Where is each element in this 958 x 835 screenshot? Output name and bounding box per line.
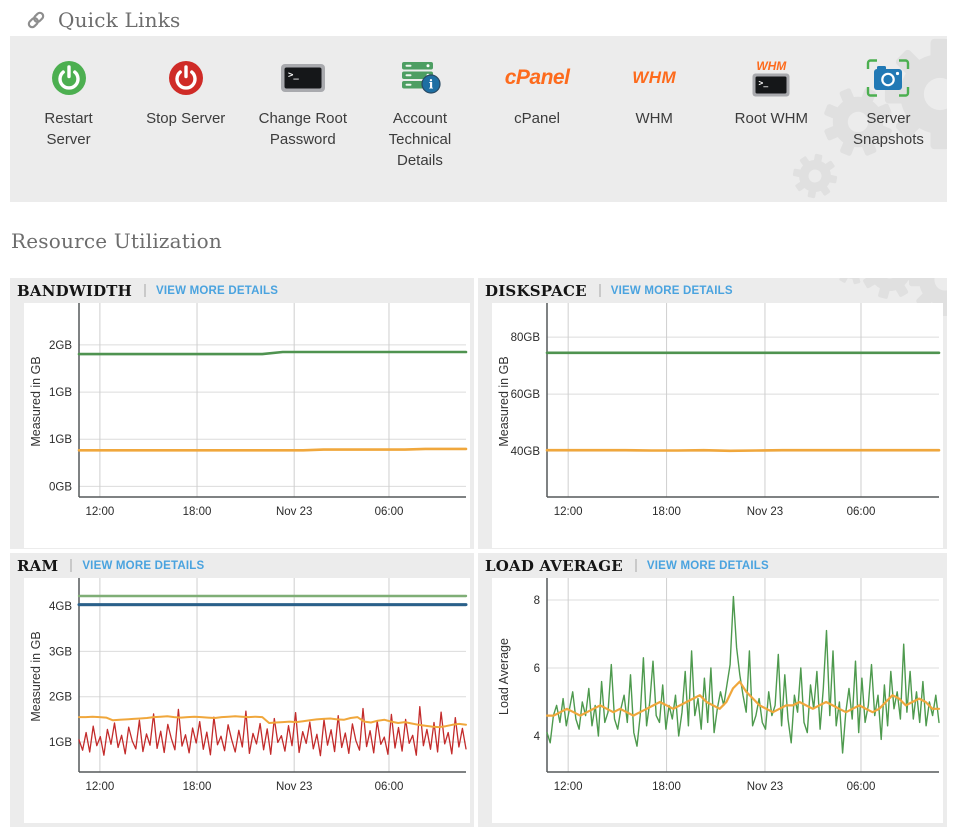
quick-link-restart-server[interactable]: Restart Server — [10, 55, 127, 171]
whm-logo: WHM — [596, 55, 713, 101]
cpanel-logo: cPanel — [479, 55, 596, 101]
svg-text:4GB: 4GB — [49, 601, 72, 613]
diskspace-panel: DISKSPACE VIEW MORE DETAILS 80GB 60GB 40GB… — [478, 278, 947, 549]
chart-header: RAM VIEW MORE DETAILS — [10, 553, 474, 578]
svg-text:1GB: 1GB — [49, 434, 72, 446]
chart-title: RAM — [17, 557, 58, 575]
quick-link-label: Server Snapshots — [840, 108, 936, 150]
svg-text:Load Average: Load Average — [497, 638, 511, 715]
svg-text:>_: >_ — [288, 71, 299, 81]
quick-link-label: Change Root Password — [255, 108, 351, 150]
chart-box: 4GB 3GB 2GB 1GB 12:00 18:00 Nov 23 06:00 Measure… — [24, 578, 470, 823]
quick-link-label: Root WHM — [723, 108, 819, 129]
header-divider — [635, 559, 637, 572]
svg-text:06:00: 06:00 — [847, 781, 876, 793]
svg-text:Measured in GB: Measured in GB — [29, 356, 43, 446]
svg-text:0GB: 0GB — [49, 481, 72, 493]
svg-text:Nov 23: Nov 23 — [747, 506, 783, 518]
whm-terminal-icon: WHM >_ — [713, 55, 830, 101]
svg-text:12:00: 12:00 — [86, 506, 115, 518]
page-title: Quick Links — [58, 8, 181, 32]
chart-header: DISKSPACE VIEW MORE DETAILS — [478, 278, 947, 303]
svg-text:80GB: 80GB — [511, 332, 541, 344]
svg-text:8: 8 — [534, 595, 540, 607]
svg-text:3GB: 3GB — [49, 646, 72, 658]
chart-box: 2GB 1GB 1GB 0GB 12:00 18:00 Nov 23 06:00 Measure… — [24, 303, 470, 548]
chart-header: BANDWIDTH VIEW MORE DETAILS — [10, 278, 474, 303]
svg-text:40GB: 40GB — [511, 446, 541, 458]
server-info-icon: i — [361, 55, 478, 101]
quick-link-label: WHM — [606, 108, 702, 129]
svg-text:12:00: 12:00 — [554, 781, 583, 793]
svg-text:06:00: 06:00 — [375, 506, 404, 518]
chart-title: BANDWIDTH — [17, 282, 132, 300]
load-average-chart: 8 6 4 12:00 18:00 Nov 23 06:00 Load Average — [492, 578, 943, 823]
camera-snapshot-icon — [830, 55, 947, 101]
chart-header: LOAD AVERAGE VIEW MORE DETAILS — [478, 553, 947, 578]
quick-link-root-whm[interactable]: WHM >_ Root WHM — [713, 55, 830, 171]
view-more-details-link[interactable]: VIEW MORE DETAILS — [156, 285, 278, 297]
link-icon — [26, 10, 46, 30]
view-more-details-link[interactable]: VIEW MORE DETAILS — [647, 560, 769, 572]
chart-title: LOAD AVERAGE — [485, 557, 623, 575]
power-stop-icon — [127, 55, 244, 101]
quick-link-label: Account Technical Details — [372, 108, 468, 171]
svg-text:Measured in GB: Measured in GB — [29, 631, 43, 721]
page-header: Quick Links — [26, 8, 181, 32]
svg-text:18:00: 18:00 — [652, 781, 681, 793]
ram-chart: 4GB 3GB 2GB 1GB 12:00 18:00 Nov 23 06:00 Measure… — [24, 578, 470, 823]
chart-box: 80GB 60GB 40GB 12:00 18:00 Nov 23 06:00 Measure… — [492, 303, 943, 548]
load-average-panel: LOAD AVERAGE VIEW MORE DETAILS 8 6 4 12:00 1… — [478, 553, 947, 827]
diskspace-chart: 80GB 60GB 40GB 12:00 18:00 Nov 23 06:00 Measure… — [492, 303, 943, 548]
svg-text:i: i — [429, 78, 434, 92]
svg-text:6: 6 — [534, 663, 540, 675]
svg-text:18:00: 18:00 — [652, 506, 681, 518]
svg-text:1GB: 1GB — [49, 387, 72, 399]
svg-text:12:00: 12:00 — [86, 781, 115, 793]
svg-text:12:00: 12:00 — [554, 506, 583, 518]
quick-link-server-snapshots[interactable]: Server Snapshots — [830, 55, 947, 171]
quick-link-account-technical-details[interactable]: i Account Technical Details — [361, 55, 478, 171]
quick-link-label: Stop Server — [138, 108, 234, 129]
quick-link-change-root-password[interactable]: >_ Change Root Password — [244, 55, 361, 171]
quick-link-stop-server[interactable]: Stop Server — [127, 55, 244, 171]
svg-text:2GB: 2GB — [49, 340, 72, 352]
power-restart-icon — [10, 55, 127, 101]
header-divider — [70, 559, 72, 572]
svg-text:Nov 23: Nov 23 — [276, 506, 312, 518]
view-more-details-link[interactable]: VIEW MORE DETAILS — [611, 285, 733, 297]
chart-box: 8 6 4 12:00 18:00 Nov 23 06:00 Load Average — [492, 578, 943, 823]
view-more-details-link[interactable]: VIEW MORE DETAILS — [82, 560, 204, 572]
bandwidth-chart: 2GB 1GB 1GB 0GB 12:00 18:00 Nov 23 06:00 Measure… — [24, 303, 470, 548]
svg-text:4: 4 — [534, 731, 541, 743]
quick-link-label: Restart Server — [21, 108, 117, 150]
quick-link-cpanel[interactable]: cPanel cPanel — [479, 55, 596, 171]
svg-text:06:00: 06:00 — [847, 506, 876, 518]
svg-text:Nov 23: Nov 23 — [747, 781, 783, 793]
svg-text:18:00: 18:00 — [183, 506, 212, 518]
quick-link-whm[interactable]: WHM WHM — [596, 55, 713, 171]
bandwidth-panel: BANDWIDTH VIEW MORE DETAILS 2GB 1GB 1GB 0GB… — [10, 278, 474, 549]
svg-text:Measured in GB: Measured in GB — [497, 356, 511, 446]
quick-link-label: cPanel — [489, 108, 585, 129]
quick-links-grid: Restart Server Stop Server >_ Change — [10, 36, 947, 171]
svg-text:18:00: 18:00 — [183, 781, 212, 793]
quick-links-panel: Restart Server Stop Server >_ Change — [10, 36, 947, 202]
svg-text:06:00: 06:00 — [375, 781, 404, 793]
ram-panel: RAM VIEW MORE DETAILS 4GB 3GB 2GB 1GB 12:00 1… — [10, 553, 474, 827]
terminal-icon: >_ — [244, 55, 361, 101]
section-title: Resource Utilization — [11, 229, 222, 253]
header-divider — [144, 284, 146, 297]
svg-text:60GB: 60GB — [511, 389, 541, 401]
svg-text:Nov 23: Nov 23 — [276, 781, 312, 793]
chart-title: DISKSPACE — [485, 282, 587, 300]
svg-text:2GB: 2GB — [49, 692, 72, 704]
svg-text:>_: >_ — [759, 78, 769, 87]
svg-text:1GB: 1GB — [49, 737, 72, 749]
header-divider — [599, 284, 601, 297]
